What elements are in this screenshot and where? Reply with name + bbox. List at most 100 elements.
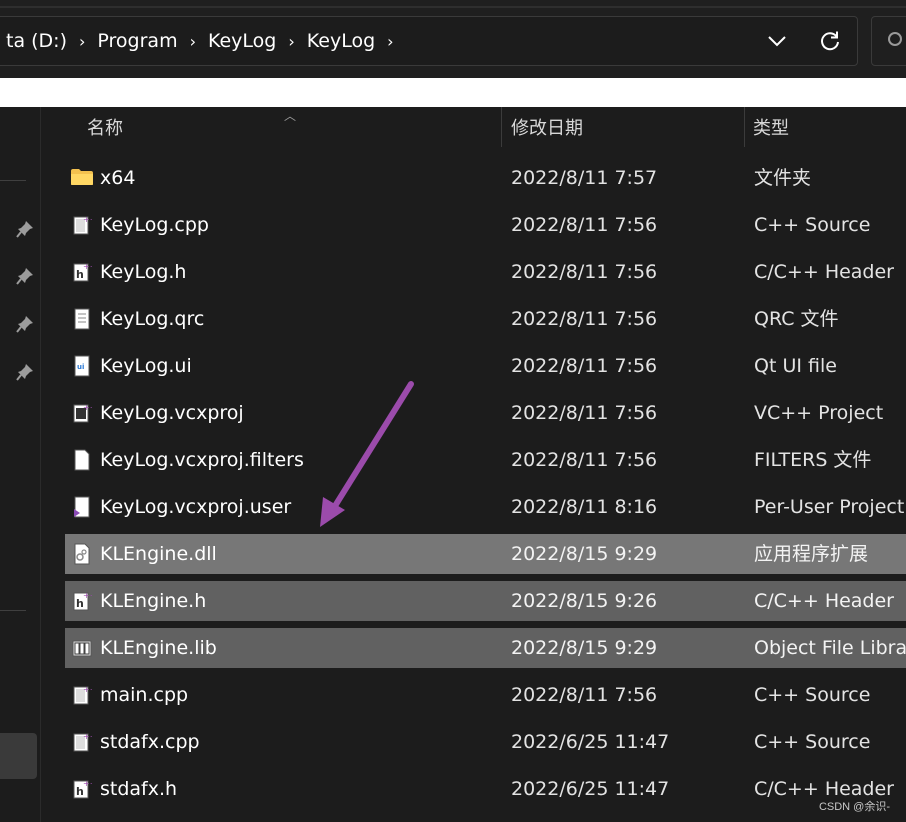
vcxproj-file-icon: ++	[73, 403, 92, 423]
file-date: 2022/6/25 11:47	[511, 778, 670, 800]
chevron-down-icon	[768, 36, 786, 47]
file-row[interactable]: ++ KeyLog.cpp 2022/8/11 7:56 C++ Source	[65, 205, 906, 245]
svg-text:++: ++	[83, 779, 92, 788]
file-row[interactable]: h++stdafx.h2022/6/25 11:47C/C++ Header	[65, 769, 906, 809]
breadcrumb-separator-icon[interactable]: ›	[282, 32, 300, 51]
column-header-date[interactable]: 修改日期	[511, 107, 583, 152]
file-row[interactable]: KLEngine.lib 2022/8/15 9:29 Object File Li…	[65, 628, 906, 668]
pin-icon[interactable]	[16, 315, 34, 333]
file-name: KeyLog.ui	[100, 355, 192, 377]
file-row[interactable]: ++ KeyLog.vcxproj 2022/8/11 7:56 VC++ Proje…	[65, 393, 906, 433]
file-name: KLEngine.h	[100, 590, 207, 612]
file-name: stdafx.h	[100, 778, 178, 800]
column-header-type[interactable]: 类型	[753, 107, 789, 152]
file-name: KeyLog.vcxproj	[100, 402, 244, 424]
top-divider	[0, 6, 906, 8]
folder-icon	[71, 169, 93, 185]
refresh-button[interactable]	[815, 26, 845, 56]
header-file-icon: h++	[73, 591, 92, 611]
file-date: 2022/8/11 7:57	[511, 167, 658, 189]
text-file-icon	[74, 308, 90, 330]
navigation-pane	[0, 107, 40, 822]
cpp-file-icon: ++	[73, 732, 92, 752]
svg-text:++: ++	[83, 215, 92, 224]
svg-text:ui: ui	[77, 363, 84, 371]
file-name: KeyLog.h	[100, 261, 187, 283]
file-row[interactable]: ++ main.cpp 2022/8/11 7:56 C++ Source	[65, 675, 906, 715]
sort-ascending-icon: ︿	[284, 109, 297, 123]
sidebar-separator	[0, 180, 26, 181]
breadcrumb-program[interactable]: Program	[91, 30, 183, 52]
sidebar-separator	[0, 610, 26, 611]
file-row[interactable]: ui KeyLog.ui 2022/8/11 7:56 Qt UI file	[65, 346, 906, 386]
file-name: KLEngine.dll	[100, 543, 217, 565]
pin-icon[interactable]	[16, 363, 34, 381]
file-type: Per-User Project O	[754, 496, 906, 518]
file-name: main.cpp	[100, 684, 189, 706]
pin-icon[interactable]	[16, 267, 34, 285]
qt-ui-file-icon: ui	[74, 355, 90, 377]
toolbar-strip	[0, 78, 906, 107]
file-name: KeyLog.vcxproj.filters	[100, 449, 304, 471]
lib-file-icon	[72, 640, 92, 657]
cpp-file-icon: ++	[73, 215, 92, 235]
file-type: FILTERS 文件	[754, 449, 872, 471]
file-type: VC++ Project	[754, 402, 884, 424]
search-icon	[888, 32, 902, 46]
dll-file-icon	[74, 543, 90, 565]
svg-text:++: ++	[83, 591, 92, 600]
file-type: QRC 文件	[754, 308, 839, 330]
file-date: 2022/8/11 7:56	[511, 355, 658, 377]
file-row[interactable]: x64 2022/8/11 7:57 文件夹	[65, 158, 906, 198]
file-type: C++ Source	[754, 731, 871, 753]
breadcrumb-separator-icon[interactable]: ›	[381, 32, 399, 51]
breadcrumb-drive[interactable]: ta (D:)	[0, 30, 73, 52]
cpp-file-icon: ++	[73, 685, 92, 705]
breadcrumb-keylog-current[interactable]: KeyLog	[301, 30, 381, 52]
file-type: Qt UI file	[754, 355, 837, 377]
svg-text:++: ++	[83, 685, 92, 694]
file-row[interactable]: h++ KeyLog.h 2022/8/11 7:56 C/C++ Header	[65, 252, 906, 292]
file-type: Object File Library	[754, 637, 906, 659]
svg-text:++: ++	[83, 732, 92, 741]
file-date: 2022/8/11 7:56	[511, 402, 658, 424]
column-divider[interactable]	[501, 107, 502, 147]
file-row[interactable]: KeyLog.vcxproj.user 2022/8/11 8:16 Per-Use…	[65, 487, 906, 527]
file-date: 2022/6/25 11:47	[511, 731, 670, 753]
pin-icon[interactable]	[16, 220, 34, 238]
file-row[interactable]: ++ stdafx.cpp 2022/6/25 11:47 C++ Source	[65, 722, 906, 762]
breadcrumb-separator-icon[interactable]: ›	[184, 32, 202, 51]
svg-text:++: ++	[83, 403, 92, 412]
file-date: 2022/8/15 9:29	[511, 637, 658, 659]
file-name: KLEngine.lib	[100, 637, 217, 659]
file-date: 2022/8/11 8:16	[511, 496, 658, 518]
file-date: 2022/8/11 7:56	[511, 214, 658, 236]
file-name: KeyLog.vcxproj.user	[100, 496, 292, 518]
file-row[interactable]: KLEngine.dll 2022/8/15 9:29 应用程序扩展	[65, 534, 906, 574]
blank-file-icon	[74, 449, 90, 471]
column-header-name[interactable]: 名称	[87, 107, 123, 152]
file-row[interactable]: h++ KLEngine.h 2022/8/15 9:26 C/C++ Header	[65, 581, 906, 621]
sidebar-selected-item[interactable]	[0, 733, 37, 779]
watermark: CSDN @余识-	[818, 801, 890, 813]
breadcrumb-separator-icon[interactable]: ›	[73, 32, 91, 51]
refresh-icon	[821, 31, 839, 51]
file-type: C++ Source	[754, 214, 871, 236]
file-row[interactable]: KeyLog.vcxproj.filters 2022/8/11 7:56 FILT…	[65, 440, 906, 480]
file-date: 2022/8/11 7:56	[511, 308, 658, 330]
header-file-icon: h++	[73, 262, 92, 282]
breadcrumb-keylog-parent[interactable]: KeyLog	[202, 30, 282, 52]
file-date: 2022/8/15 9:29	[511, 543, 658, 565]
file-type: C/C++ Header	[754, 261, 894, 283]
file-type: C/C++ Header	[754, 590, 894, 612]
column-divider[interactable]	[744, 107, 745, 147]
address-dropdown-button[interactable]	[762, 26, 792, 56]
file-row[interactable]: KeyLog.qrc 2022/8/11 7:56 QRC 文件	[65, 299, 906, 339]
file-type: 文件夹	[754, 167, 812, 189]
file-date: 2022/8/11 7:56	[511, 684, 658, 706]
svg-text:++: ++	[83, 262, 92, 271]
file-date: 2022/8/15 9:26	[511, 590, 658, 612]
file-type: C++ Source	[754, 684, 871, 706]
header-file-icon: h++	[73, 779, 92, 799]
pane-divider[interactable]	[40, 107, 41, 822]
